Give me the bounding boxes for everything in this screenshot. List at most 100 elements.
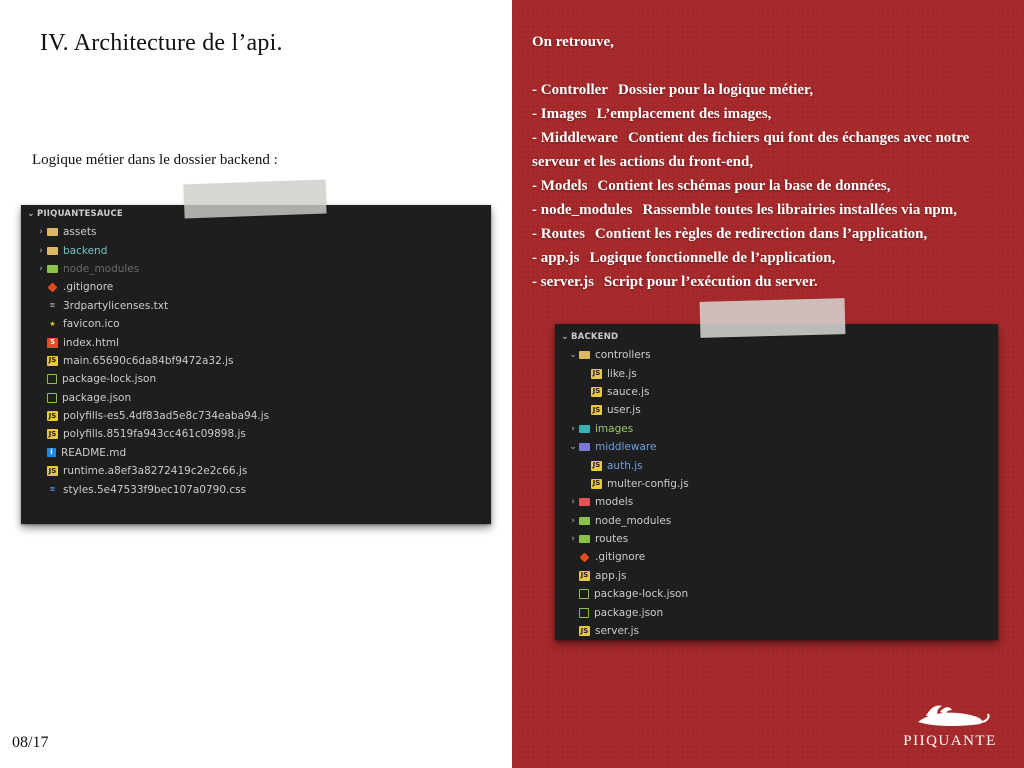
tree-item-label: package-lock.json — [594, 588, 689, 601]
tree-item-sauce-js[interactable]: JS sauce.js — [567, 383, 998, 401]
tree-item-index-html[interactable]: 5 index.html — [35, 333, 491, 351]
tree-item-package-json[interactable]: package.json — [35, 389, 491, 407]
js-file-icon: JS — [591, 478, 602, 489]
images-folder-icon — [579, 424, 590, 433]
item-name: - Routes — [532, 226, 585, 242]
item-text: Rassemble toutes les librairies installé… — [642, 202, 958, 218]
tree-item-label: main.65690c6da84bf9472a32.js — [63, 354, 234, 367]
tree-item-middleware[interactable]: ⌄ middleware — [567, 438, 998, 456]
tree-item-label: like.js — [607, 367, 637, 380]
js-file-icon: JS — [47, 411, 58, 422]
description-text: On retrouve, - Controller Dossier pour la… — [532, 30, 1002, 294]
logo-text: PIIQUANTE — [903, 733, 997, 749]
item-name: - app.js — [532, 250, 580, 266]
tape-decoration — [183, 179, 327, 219]
right-file-explorer: ⌄ BACKEND ⌄ controllers JS like.js JS sa… — [555, 324, 998, 640]
piiquante-logo: PIIQUANTE — [896, 700, 1004, 756]
tree-item-server-js[interactable]: JS server.js — [567, 622, 998, 640]
tree-item-label: backend — [63, 244, 108, 257]
chevron-right-icon: › — [39, 227, 43, 238]
description-item: - Images L’emplacement des images, — [532, 102, 1002, 126]
node-json-icon — [47, 374, 57, 385]
tree-item-label: node_modules — [595, 514, 672, 527]
tree-item-label: .gitignore — [63, 281, 114, 294]
html-file-icon: 5 — [47, 337, 58, 348]
item-name: - Middleware — [532, 130, 618, 146]
item-name: - Controller — [532, 82, 608, 98]
tape-decoration — [699, 298, 846, 338]
tree-item-main-js[interactable]: JS main.65690c6da84bf9472a32.js — [35, 352, 491, 370]
item-name: - Models — [532, 178, 588, 194]
tree-item-package-lock[interactable]: package-lock.json — [567, 585, 998, 603]
tree-item-gitignore[interactable]: .gitignore — [35, 278, 491, 296]
description-item: - Controller Dossier pour la logique méti… — [532, 78, 1002, 102]
js-file-icon: JS — [579, 626, 590, 637]
tree-item-assets[interactable]: › assets — [35, 223, 491, 241]
chevron-right-icon: › — [39, 245, 43, 256]
chevron-right-icon: › — [571, 534, 575, 545]
js-file-icon: JS — [47, 466, 58, 477]
tree-item-label: app.js — [595, 569, 627, 582]
description-item: - app.js Logique fonctionnelle de l’appli… — [532, 246, 1002, 270]
node-json-icon — [579, 589, 589, 600]
description-item: - server.js Script pour l’exécution du se… — [532, 270, 1002, 294]
tree-item-auth-js[interactable]: JS auth.js — [567, 456, 998, 474]
tree-item-favicon[interactable]: ★ favicon.ico — [35, 315, 491, 333]
tree-item-label: index.html — [63, 336, 119, 349]
chevron-right-icon: › — [39, 263, 43, 274]
tree-item-label: polyfills.8519fa943cc461c09898.js — [63, 428, 246, 441]
tree-item-readme[interactable]: i README.md — [35, 444, 491, 462]
slide-subtitle: Logique métier dans le dossier backend : — [32, 152, 278, 168]
tree-item-styles[interactable]: ≡ styles.5e47533f9bec107a0790.css — [35, 480, 491, 498]
explorer-root-label: BACKEND — [571, 332, 619, 342]
tree-item-node-modules[interactable]: › node_modules — [35, 260, 491, 278]
tree-item-label: favicon.ico — [63, 318, 120, 331]
item-name: - node_modules — [532, 202, 633, 218]
item-name: - Images — [532, 106, 587, 122]
routes-folder-icon — [579, 535, 590, 544]
tree-item-licenses[interactable]: ≡ 3rdpartylicenses.txt — [35, 297, 491, 315]
description-item: - node_modules Rassemble toutes les libra… — [532, 198, 1002, 222]
node-json-icon — [579, 607, 589, 618]
star-icon: ★ — [49, 319, 56, 328]
git-icon — [579, 552, 590, 563]
node-folder-icon — [579, 516, 590, 525]
js-file-icon: JS — [591, 368, 602, 379]
tree-item-label: multer-config.js — [607, 477, 689, 490]
explorer-root-label: PIIQUANTESAUCE — [37, 209, 123, 219]
tree-item-runtime[interactable]: JS runtime.a8ef3a8272419c2e2c66.js — [35, 462, 491, 480]
tree-item-label: server.js — [595, 625, 639, 638]
tree-item-polyfills-es5[interactable]: JS polyfills-es5.4df83ad5e8c734eaba94.js — [35, 407, 491, 425]
tree-item-label: models — [595, 496, 634, 509]
tree-item-models[interactable]: › models — [567, 493, 998, 511]
tree-item-label: user.js — [607, 404, 641, 417]
tree-item-node-modules[interactable]: › node_modules — [567, 512, 998, 530]
item-text: Contient les règles de redirection dans … — [594, 226, 928, 242]
description-intro: On retrouve, — [532, 34, 614, 50]
tree-item-images[interactable]: › images — [567, 420, 998, 438]
item-text: Dossier pour la logique métier, — [617, 82, 814, 98]
tree-item-package-json[interactable]: package.json — [567, 603, 998, 621]
tree-item-app-js[interactable]: JS app.js — [567, 567, 998, 585]
node-json-icon — [47, 392, 57, 403]
tree-item-polyfills[interactable]: JS polyfills.8519fa943cc461c09898.js — [35, 425, 491, 443]
tree-item-routes[interactable]: › routes — [567, 530, 998, 548]
js-file-icon: JS — [591, 405, 602, 416]
tree-item-label: polyfills-es5.4df83ad5e8c734eaba94.js — [63, 410, 270, 423]
item-name: - server.js — [532, 274, 594, 290]
folder-icon — [47, 246, 58, 255]
tree-item-label: sauce.js — [607, 385, 650, 398]
tree-item-backend[interactable]: › backend — [35, 241, 491, 259]
tree-item-package-lock[interactable]: package-lock.json — [35, 370, 491, 388]
tree-item-controllers[interactable]: ⌄ controllers — [567, 346, 998, 364]
tree-item-label: README.md — [61, 446, 127, 459]
tree-item-like-js[interactable]: JS like.js — [567, 364, 998, 382]
tree-item-user-js[interactable]: JS user.js — [567, 401, 998, 419]
chevron-right-icon: › — [571, 423, 575, 434]
tree-item-gitignore[interactable]: .gitignore — [567, 548, 998, 566]
description-item: - Middleware Contient des fichiers qui fo… — [532, 126, 1002, 174]
js-file-icon: JS — [47, 355, 58, 366]
tree-item-label: routes — [595, 533, 629, 546]
item-text: Contient les schémas pour la base de don… — [597, 178, 891, 194]
tree-item-multer-config-js[interactable]: JS multer-config.js — [567, 475, 998, 493]
